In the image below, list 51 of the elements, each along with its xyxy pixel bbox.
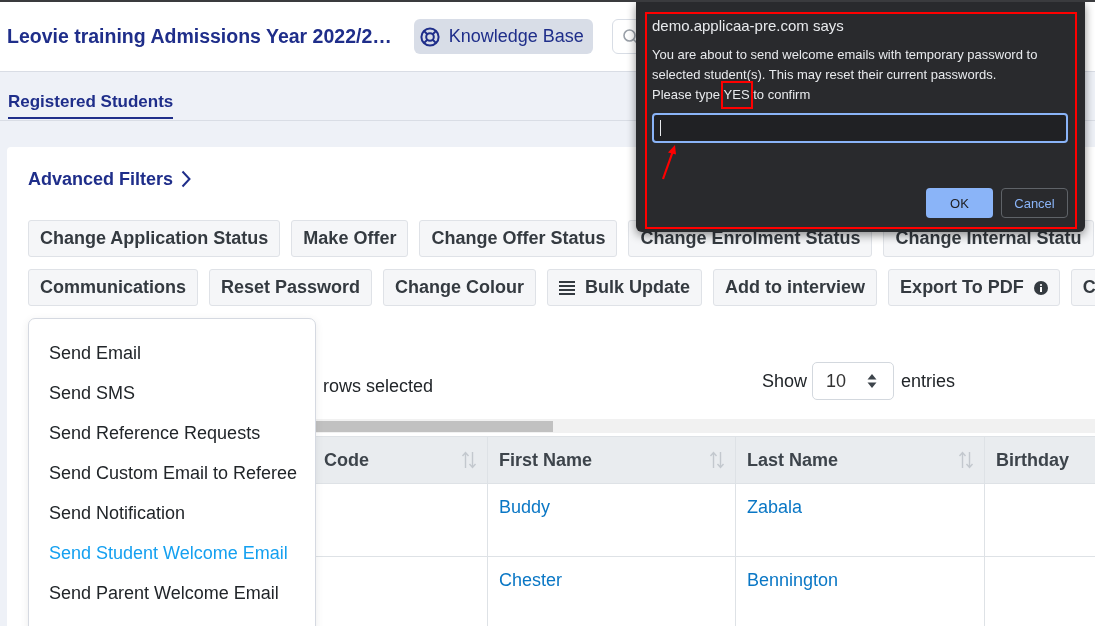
- action-button[interactable]: Add to interview: [713, 269, 878, 306]
- menu-item[interactable]: Send Email: [29, 333, 315, 373]
- action-button[interactable]: C: [1070, 269, 1095, 306]
- sort-icon[interactable]: [709, 451, 725, 469]
- first-name-link[interactable]: Buddy: [499, 497, 551, 517]
- confirm-input-field[interactable]: [652, 113, 1068, 143]
- lifebuoy-icon: [419, 26, 440, 47]
- column-header[interactable]: Birthday: [984, 436, 1095, 484]
- action-button[interactable]: Change Colour: [383, 269, 537, 306]
- knowledge-base-button[interactable]: Knowledge Base: [413, 19, 593, 54]
- text-cursor-icon: [660, 120, 661, 136]
- action-button[interactable]: Bulk Update: [547, 269, 703, 306]
- dialog-button[interactable]: OK: [926, 188, 993, 218]
- column-title: First Name: [499, 449, 593, 471]
- dialog-message: You are about to send welcome emails with temporary password to selected student(s). This may reset their current passwords.: [652, 46, 1039, 84]
- entries-label: entries: [901, 370, 956, 392]
- action-button[interactable]: Reset Password: [209, 269, 373, 306]
- selection-info: rows selected: [323, 376, 434, 397]
- menu-item[interactable]: Send Parent Welcome Email: [29, 573, 315, 613]
- list-icon: [559, 280, 576, 295]
- last-name-link[interactable]: Zabala: [747, 497, 803, 517]
- action-button[interactable]: Export To PDF: [888, 269, 1060, 306]
- action-button[interactable]: Communications: [28, 269, 198, 306]
- up-down-icon: [867, 373, 878, 389]
- first-name-link[interactable]: Chester: [499, 570, 563, 590]
- menu-item[interactable]: Send Reference Requests: [29, 413, 315, 453]
- last-name-link[interactable]: Bennington: [747, 570, 839, 590]
- advanced-filters-link[interactable]: Advanced Filters: [28, 169, 192, 189]
- chevron-right-icon: [181, 170, 192, 188]
- dialog-title: demo.applicaa-pre.com says: [652, 16, 845, 36]
- tab[interactable]: Registered Students: [8, 92, 174, 119]
- column-title: Birthday: [996, 449, 1069, 471]
- page-title: Leovie training Admissions Year 2022/2…: [7, 25, 392, 48]
- menu-item[interactable]: Send Custom Email to Referee: [29, 453, 315, 493]
- arrow-icon: [660, 145, 678, 181]
- column-title: Code: [324, 449, 369, 471]
- page-length-select[interactable]: 10: [812, 362, 895, 400]
- column-header[interactable]: Last Name: [735, 436, 985, 484]
- info-icon: [1033, 280, 1048, 295]
- sort-icon[interactable]: [461, 451, 477, 469]
- show-label: Show: [762, 370, 808, 392]
- search-icon: [622, 28, 639, 45]
- menu-item[interactable]: Send Notification: [29, 493, 315, 533]
- action-button[interactable]: Change Application Status: [28, 220, 281, 257]
- column-title: Last Name: [747, 449, 839, 471]
- sort-icon[interactable]: [958, 451, 974, 469]
- action-button[interactable]: Make Offer: [291, 220, 409, 257]
- menu-item[interactable]: Send SMS: [29, 373, 315, 413]
- dialog-button[interactable]: Cancel: [1001, 188, 1068, 218]
- column-header[interactable]: First Name: [487, 436, 736, 484]
- action-button[interactable]: Change Offer Status: [419, 220, 618, 257]
